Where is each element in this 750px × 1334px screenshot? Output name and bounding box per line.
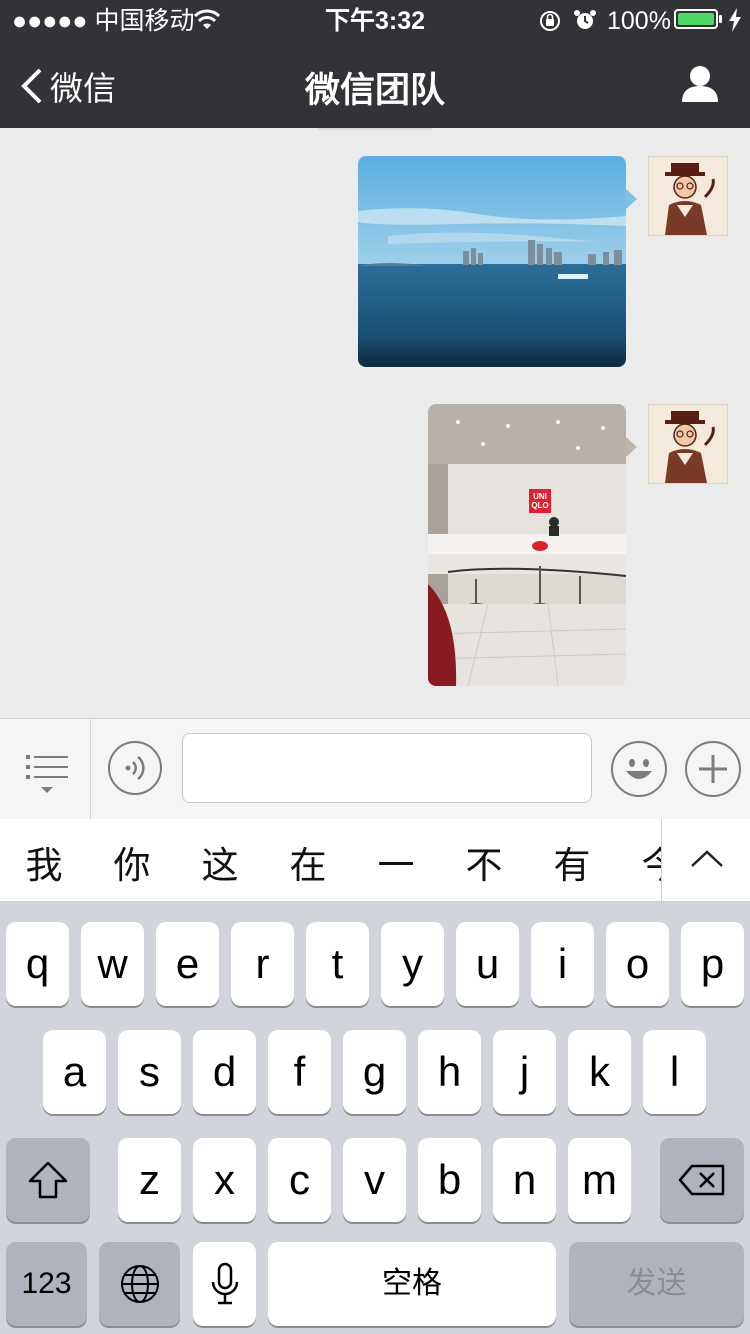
voice-button[interactable] xyxy=(108,741,162,795)
page-title: 微信团队 xyxy=(304,71,445,110)
send-key[interactable]: 发送 xyxy=(569,1242,744,1326)
key-u[interactable]: u xyxy=(456,922,519,1006)
keyboard: q w e r t y u i o p a s d f g h j k l z … xyxy=(0,902,750,1334)
bubble-tail xyxy=(625,188,637,210)
rotation-lock-icon xyxy=(540,11,560,31)
candidate-word[interactable]: 我 xyxy=(14,835,74,889)
avatar[interactable] xyxy=(648,404,728,484)
space-key[interactable]: 空格 xyxy=(268,1242,556,1326)
key-z[interactable]: z xyxy=(118,1138,181,1222)
candidate-bar: 我 你 这 在 一 不 有 今 xyxy=(0,819,750,902)
image-message-store[interactable]: UNI QLO xyxy=(428,404,626,686)
key-m[interactable]: m xyxy=(568,1138,631,1222)
key-w[interactable]: w xyxy=(81,922,144,1006)
globe-icon xyxy=(120,1265,159,1303)
avatar-cartoon xyxy=(649,405,727,483)
candidate-word[interactable]: 在 xyxy=(278,835,338,889)
charging-icon xyxy=(729,8,741,32)
globe-key[interactable] xyxy=(99,1242,180,1326)
store-sign-text: UNI xyxy=(533,492,547,501)
key-b[interactable]: b xyxy=(418,1138,481,1222)
top-bar: ●●●●● 中国移动 下午3:32 100% 微信 微信团队 xyxy=(0,0,750,128)
numbers-key[interactable]: 123 xyxy=(6,1242,87,1326)
candidate-word[interactable]: 你 xyxy=(102,835,162,889)
key-f[interactable]: f xyxy=(268,1030,331,1114)
candidate-word[interactable]: 不 xyxy=(454,835,514,889)
delete-icon xyxy=(678,1164,725,1196)
candidate-word[interactable]: 一 xyxy=(366,835,426,889)
alarm-icon xyxy=(574,10,596,29)
key-q[interactable]: q xyxy=(6,922,69,1006)
candidate-word[interactable]: 这 xyxy=(190,835,250,889)
plus-button[interactable] xyxy=(685,741,741,797)
key-s[interactable]: s xyxy=(118,1030,181,1114)
chevron-up-icon xyxy=(691,850,723,867)
image-message-sea[interactable] xyxy=(358,156,626,367)
key-i[interactable]: i xyxy=(531,922,594,1006)
battery-fill xyxy=(678,13,714,25)
key-y[interactable]: y xyxy=(381,922,444,1006)
key-c[interactable]: c xyxy=(268,1138,331,1222)
key-d[interactable]: d xyxy=(193,1030,256,1114)
input-bar xyxy=(0,718,750,820)
key-g[interactable]: g xyxy=(343,1030,406,1114)
list-menu-icon[interactable] xyxy=(26,753,68,797)
menu-divider xyxy=(90,719,91,819)
shift-key[interactable] xyxy=(6,1138,90,1222)
voice-icon xyxy=(125,756,145,780)
timestamp-divider xyxy=(318,128,432,130)
message-input[interactable] xyxy=(182,733,592,803)
key-l[interactable]: l xyxy=(643,1030,706,1114)
key-o[interactable]: o xyxy=(606,922,669,1006)
bubble-tail xyxy=(625,436,637,458)
key-a[interactable]: a xyxy=(43,1030,106,1114)
delete-key[interactable] xyxy=(660,1138,744,1222)
key-k[interactable]: k xyxy=(568,1030,631,1114)
store-photo: UNI QLO xyxy=(428,404,626,686)
plus-icon xyxy=(699,755,727,783)
emoji-icon xyxy=(626,759,652,779)
avatar[interactable] xyxy=(648,156,728,236)
candidate-word[interactable]: 有 xyxy=(542,835,602,889)
key-t[interactable]: t xyxy=(306,922,369,1006)
key-p[interactable]: p xyxy=(681,922,744,1006)
microphone-icon xyxy=(211,1262,238,1305)
battery-icon xyxy=(674,9,718,29)
key-n[interactable]: n xyxy=(493,1138,556,1222)
candidate-word[interactable]: 今 xyxy=(630,835,663,889)
key-e[interactable]: e xyxy=(156,922,219,1006)
key-j[interactable]: j xyxy=(493,1030,556,1114)
key-x[interactable]: x xyxy=(193,1138,256,1222)
key-h[interactable]: h xyxy=(418,1030,481,1114)
candidate-clip: 今 xyxy=(630,819,663,901)
key-v[interactable]: v xyxy=(343,1138,406,1222)
svg-text:QLO: QLO xyxy=(531,501,548,510)
expand-candidates-button[interactable] xyxy=(661,819,750,901)
shift-icon xyxy=(28,1161,68,1199)
person-icon[interactable] xyxy=(680,64,720,104)
sea-photo xyxy=(358,156,626,367)
avatar-cartoon xyxy=(649,157,727,235)
emoji-button[interactable] xyxy=(611,741,667,797)
battery-tip xyxy=(719,15,722,23)
key-r[interactable]: r xyxy=(231,922,294,1006)
dictation-key[interactable] xyxy=(193,1242,256,1326)
battery-percent: 100% xyxy=(607,7,671,35)
